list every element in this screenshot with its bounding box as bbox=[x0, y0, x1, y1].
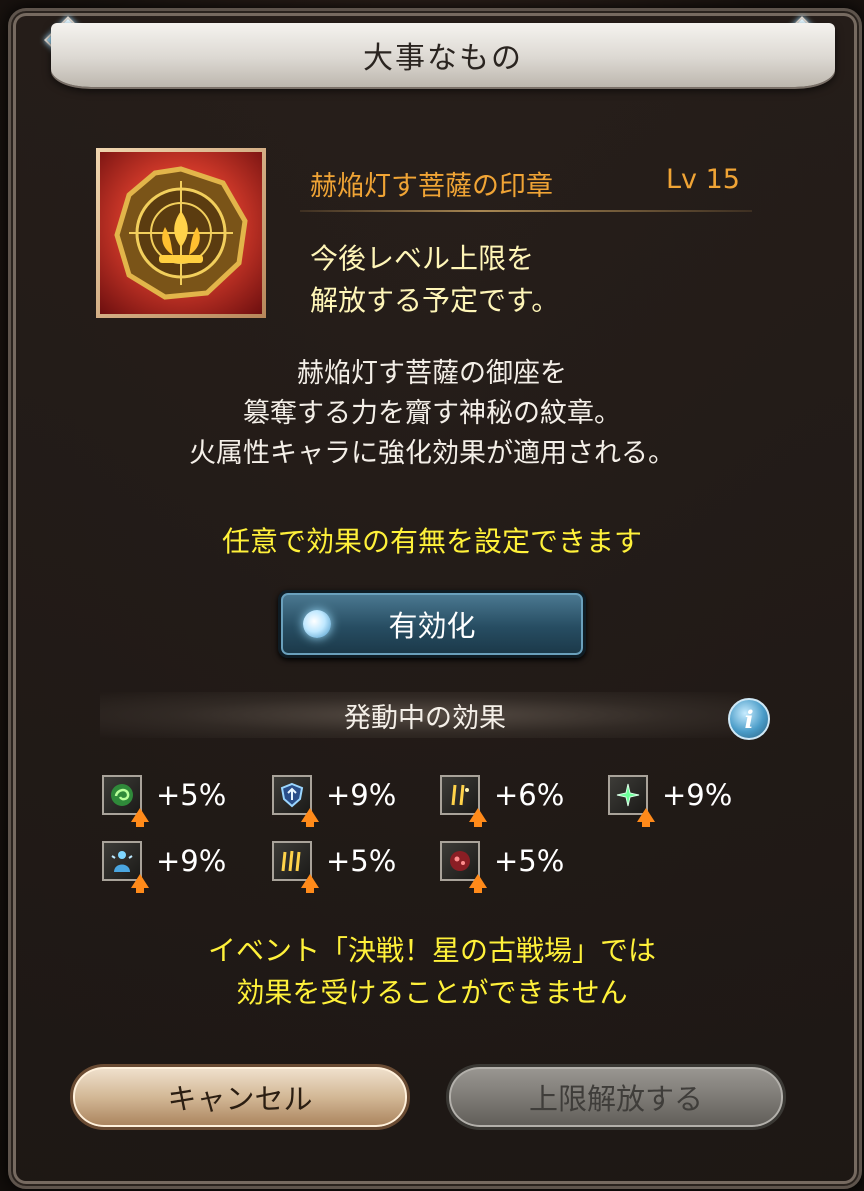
description-line: 火属性キャラに強化効果が適用される。 bbox=[189, 438, 675, 469]
level-limit-note: 今後レベル上限を 解放する予定です。 bbox=[310, 238, 559, 322]
level-limit-note-line: 今後レベル上限を bbox=[310, 242, 535, 275]
effect-value: +6% bbox=[494, 778, 565, 812]
description-line: 赫焔灯す菩薩の御座を bbox=[297, 358, 567, 389]
toggle-label: 有効化 bbox=[388, 609, 476, 643]
item-emblem-icon bbox=[96, 148, 266, 318]
effect-item: +6% bbox=[440, 772, 565, 827]
event-restriction-note: イベント「決戦！星の古戦場」では 効果を受けることができません bbox=[0, 930, 864, 1014]
effect-value: +9% bbox=[156, 844, 227, 878]
item-level: Lv 15 bbox=[666, 164, 740, 195]
effect-item: +5% bbox=[272, 838, 397, 893]
limit-break-button[interactable]: 上限解放する bbox=[446, 1064, 786, 1130]
effect-value: +9% bbox=[326, 778, 397, 812]
item-name: 赫焔灯す菩薩の印章 bbox=[310, 171, 553, 202]
effect-item: +5% bbox=[440, 838, 565, 893]
double-sparkle-icon bbox=[440, 775, 487, 827]
title-banner: 大事なもの bbox=[51, 23, 835, 87]
effect-item: +9% bbox=[608, 772, 733, 827]
effect-item: +5% bbox=[102, 772, 227, 827]
enable-toggle-button[interactable]: 有効化 bbox=[278, 590, 586, 658]
info-icon[interactable]: i bbox=[728, 698, 770, 740]
effect-item: +9% bbox=[272, 772, 397, 827]
cancel-button-label: キャンセル bbox=[167, 1082, 313, 1116]
flame-seal-icon bbox=[114, 166, 248, 300]
green-swirl-icon bbox=[102, 775, 149, 827]
effect-value: +5% bbox=[156, 778, 227, 812]
effect-value: +9% bbox=[662, 778, 733, 812]
item-description: 赫焔灯す菩薩の御座を 簒奪する力を齎す神秘の紋章。 火属性キャラに強化効果が適用… bbox=[0, 354, 864, 474]
effect-value: +5% bbox=[494, 844, 565, 878]
event-note-line: 効果を受けることができません bbox=[236, 976, 628, 1009]
divider bbox=[300, 210, 752, 212]
triple-sparkle-icon bbox=[272, 841, 319, 893]
green-star-icon bbox=[608, 775, 655, 827]
event-note-line: イベント「決戦！星の古戦場」では bbox=[207, 934, 656, 967]
toggle-indicator-icon bbox=[303, 610, 331, 638]
dialog-title: 大事なもの bbox=[363, 41, 523, 76]
cancel-button[interactable]: キャンセル bbox=[70, 1064, 410, 1130]
effect-item: +9% bbox=[102, 838, 227, 893]
active-effects-header: 発動中の効果 bbox=[100, 692, 750, 738]
description-line: 簒奪する力を齎す神秘の紋章。 bbox=[243, 398, 621, 429]
red-orb-icon bbox=[440, 841, 487, 893]
limit-break-button-label: 上限解放する bbox=[528, 1082, 703, 1116]
active-effects-title: 発動中の効果 bbox=[344, 702, 506, 734]
setting-note: 任意で効果の有無を設定できます bbox=[221, 525, 642, 558]
heal-figure-icon bbox=[102, 841, 149, 893]
level-limit-note-line: 解放する予定です。 bbox=[310, 284, 560, 317]
shield-up-icon bbox=[272, 775, 319, 827]
effect-value: +5% bbox=[326, 844, 397, 878]
